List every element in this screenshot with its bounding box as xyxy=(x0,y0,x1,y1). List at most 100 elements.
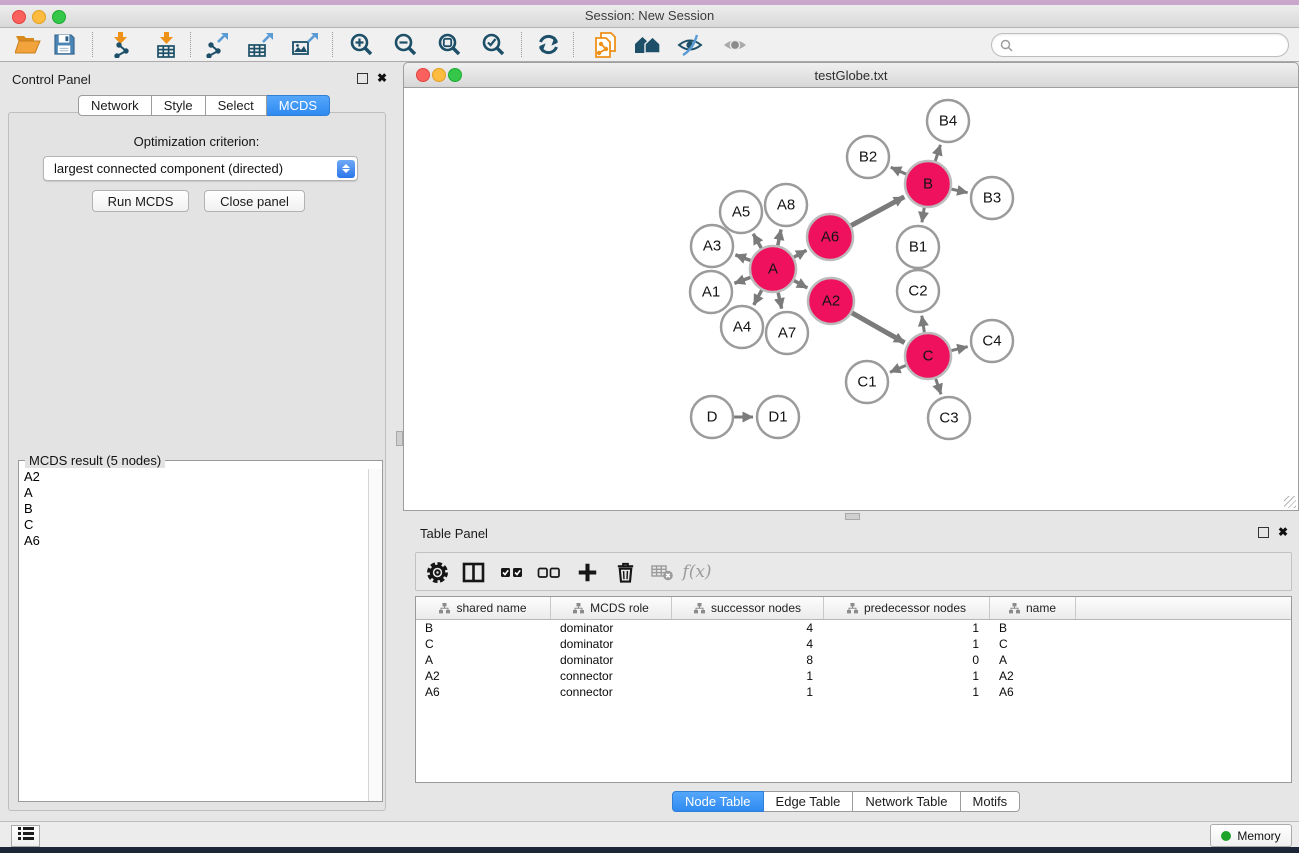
horizontal-splitter-handle[interactable] xyxy=(845,513,860,520)
save-session-button[interactable] xyxy=(47,30,81,59)
graph-node-A[interactable]: A xyxy=(750,246,796,292)
export-table-button[interactable] xyxy=(244,30,278,59)
column-header-successor-nodes[interactable]: successor nodes xyxy=(672,597,824,619)
graph-node-D[interactable]: D xyxy=(691,396,733,438)
memory-button[interactable]: Memory xyxy=(1210,824,1292,847)
network-canvas[interactable]: B4B2BB3A5A8A6B1A3AC2A1A2A4A7C4CC1C3DD1 xyxy=(403,88,1299,511)
column-header-predecessor-nodes[interactable]: predecessor nodes xyxy=(824,597,990,619)
column-header-name[interactable]: name xyxy=(990,597,1076,619)
graph-node-A8[interactable]: A8 xyxy=(765,184,807,226)
cell-MCDS-role[interactable]: dominator xyxy=(551,653,672,667)
graph-edge-A6-B[interactable] xyxy=(851,197,904,226)
cell-successor-nodes[interactable]: 4 xyxy=(672,621,824,635)
graph-node-B4[interactable]: B4 xyxy=(927,100,969,142)
tab-edge-table[interactable]: Edge Table xyxy=(764,791,854,812)
graph-edge-A-A6[interactable] xyxy=(794,250,807,257)
graph-node-A2[interactable]: A2 xyxy=(808,278,854,324)
cell-MCDS-role[interactable]: connector xyxy=(551,669,672,683)
cell-name[interactable]: A2 xyxy=(990,669,1076,683)
cell-predecessor-nodes[interactable]: 1 xyxy=(824,637,990,651)
cell-shared-name[interactable]: B xyxy=(416,621,551,635)
cell-MCDS-role[interactable]: connector xyxy=(551,685,672,699)
search-input[interactable] xyxy=(1017,36,1288,54)
graph-node-C3[interactable]: C3 xyxy=(928,397,970,439)
cell-successor-nodes[interactable]: 1 xyxy=(672,669,824,683)
cell-successor-nodes[interactable]: 1 xyxy=(672,685,824,699)
tab-network[interactable]: Network xyxy=(78,95,152,116)
close-panel-button[interactable]: Close panel xyxy=(204,190,305,212)
table-row-A6[interactable]: A6connector11A6 xyxy=(416,684,1291,700)
mcds-result-item[interactable]: C xyxy=(20,517,381,533)
home-button[interactable] xyxy=(630,30,664,59)
search-field[interactable] xyxy=(991,33,1289,57)
cell-predecessor-nodes[interactable]: 1 xyxy=(824,621,990,635)
graph-node-A5[interactable]: A5 xyxy=(720,191,762,233)
cell-name[interactable]: A xyxy=(990,653,1076,667)
tab-motifs[interactable]: Motifs xyxy=(961,791,1021,812)
graph-node-D1[interactable]: D1 xyxy=(757,396,799,438)
graph-edge-C-C1[interactable] xyxy=(890,365,906,372)
graph-edge-A2-C[interactable] xyxy=(852,313,905,343)
mcds-result-list[interactable]: A2ABCA6 xyxy=(20,469,381,800)
show-columns-button[interactable] xyxy=(457,558,489,586)
task-history-button[interactable] xyxy=(11,825,40,847)
export-image-button[interactable] xyxy=(288,30,322,59)
graph-node-A4[interactable]: A4 xyxy=(721,306,763,348)
tab-node-table[interactable]: Node Table xyxy=(672,791,764,812)
show-eye-button[interactable] xyxy=(718,30,752,59)
mcds-result-item[interactable]: A6 xyxy=(20,533,381,549)
zoom-in-button[interactable] xyxy=(344,30,378,59)
optimization-criterion-dropdown[interactable]: largest connected component (directed) xyxy=(43,156,358,181)
select-all-button[interactable] xyxy=(496,558,528,586)
graph-edge-C-C3[interactable] xyxy=(936,379,941,395)
cell-name[interactable]: C xyxy=(990,637,1076,651)
cell-successor-nodes[interactable]: 8 xyxy=(672,653,824,667)
graph-node-C1[interactable]: C1 xyxy=(846,361,888,403)
cell-name[interactable]: B xyxy=(990,621,1076,635)
graph-edge-C-C2[interactable] xyxy=(922,316,925,333)
graph-edge-A-A4[interactable] xyxy=(754,290,762,305)
graph-node-A7[interactable]: A7 xyxy=(766,312,808,354)
graph-edge-A-A8[interactable] xyxy=(778,229,781,245)
graph-node-C2[interactable]: C2 xyxy=(897,270,939,312)
function-builder-button[interactable]: f(x) xyxy=(681,558,713,586)
cell-MCDS-role[interactable]: dominator xyxy=(551,621,672,635)
mcds-result-item[interactable]: B xyxy=(20,501,381,517)
mcds-result-item[interactable]: A2 xyxy=(20,469,381,485)
graph-edge-B-B4[interactable] xyxy=(935,145,940,161)
graph-node-C4[interactable]: C4 xyxy=(971,320,1013,362)
float-panel-icon[interactable] xyxy=(357,73,368,84)
cell-shared-name[interactable]: A2 xyxy=(416,669,551,683)
graph-edge-B-B1[interactable] xyxy=(922,208,924,223)
graph-node-B3[interactable]: B3 xyxy=(971,177,1013,219)
add-row-button[interactable] xyxy=(571,558,603,586)
cell-name[interactable]: A6 xyxy=(990,685,1076,699)
cell-MCDS-role[interactable]: dominator xyxy=(551,637,672,651)
graph-edge-A-A3[interactable] xyxy=(735,255,750,261)
window-resize-grip[interactable] xyxy=(1284,496,1296,508)
graph-node-B1[interactable]: B1 xyxy=(897,226,939,268)
apply-layout-button[interactable] xyxy=(531,30,565,59)
tab-style[interactable]: Style xyxy=(152,95,206,116)
cell-predecessor-nodes[interactable]: 1 xyxy=(824,669,990,683)
cell-shared-name[interactable]: A6 xyxy=(416,685,551,699)
zoom-selected-button[interactable] xyxy=(476,30,510,59)
graph-node-A3[interactable]: A3 xyxy=(691,225,733,267)
graph-node-A1[interactable]: A1 xyxy=(690,271,732,313)
cell-predecessor-nodes[interactable]: 0 xyxy=(824,653,990,667)
export-network-button[interactable] xyxy=(200,30,234,59)
tab-mcds[interactable]: MCDS xyxy=(267,95,330,116)
mcds-result-item[interactable]: A xyxy=(20,485,381,501)
cell-successor-nodes[interactable]: 4 xyxy=(672,637,824,651)
table-row-A2[interactable]: A2connector11A2 xyxy=(416,668,1291,684)
close-panel-icon[interactable]: ✖ xyxy=(377,74,387,83)
graph-edge-A-A5[interactable] xyxy=(753,234,761,248)
graph-edge-A-A1[interactable] xyxy=(734,277,750,283)
cell-predecessor-nodes[interactable]: 1 xyxy=(824,685,990,699)
network-window-titlebar[interactable]: testGlobe.txt xyxy=(403,62,1299,88)
graph-edge-A-A2[interactable] xyxy=(794,281,807,288)
column-header-shared-name[interactable]: shared name xyxy=(416,597,551,619)
tab-select[interactable]: Select xyxy=(206,95,267,116)
import-network-button[interactable] xyxy=(104,30,138,59)
graph-edge-B-B2[interactable] xyxy=(891,167,906,174)
